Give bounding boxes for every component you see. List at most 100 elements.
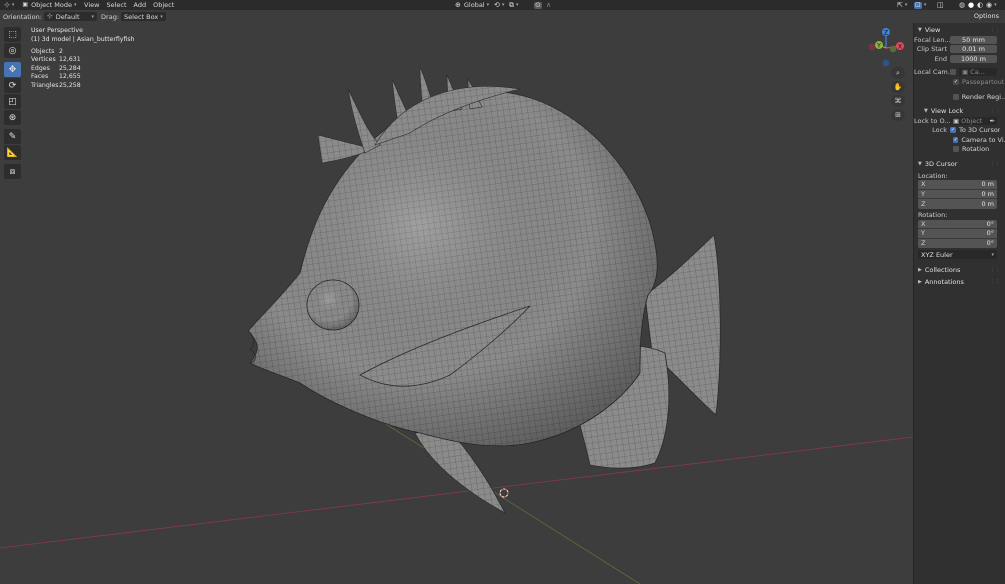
ortho-toggle-button[interactable]: ⊞ — [891, 109, 905, 121]
drag-handle-icon[interactable]: ⋮⋮ — [990, 27, 1001, 33]
rotate-tool[interactable]: ⟳ — [4, 78, 21, 93]
annotate-tool[interactable]: ✎ — [4, 129, 21, 144]
falloff-dropdown[interactable]: ∧ — [542, 0, 555, 10]
scale-icon: ◰ — [8, 96, 17, 107]
lock-to-cursor-label: To 3D Cursor — [959, 126, 1001, 135]
collections-panel-header[interactable]: ▶ Collections ⋮⋮ — [914, 265, 1005, 275]
move-tool[interactable]: ✥ — [4, 62, 21, 77]
orientation-dropdown[interactable]: ⊹ Default ▾ — [43, 12, 98, 21]
checkbox-icon — [953, 94, 959, 101]
global-orientation-icon: ⊕ — [455, 0, 461, 9]
camera-to-view-label: Camera to Vi... — [961, 135, 1005, 144]
drag-dropdown[interactable]: Select Box ▾ — [121, 12, 166, 21]
transform-tool[interactable]: ⊛ — [4, 110, 21, 125]
pan-button[interactable]: ✋ — [891, 81, 905, 93]
gizmo-neg-y[interactable] — [889, 45, 897, 53]
grid-icon: ⊞ — [895, 111, 901, 119]
chevron-down-icon: ▾ — [904, 2, 908, 8]
add-cube-icon: ⧈ — [9, 166, 16, 177]
view-panel-header[interactable]: ▼ View ⋮⋮ — [914, 25, 1005, 35]
cursor-rotation-x[interactable]: X 0° — [918, 219, 997, 229]
local-camera-row: Local Cam... ▣ Ca... — [914, 68, 1005, 78]
fish-mesh[interactable] — [247, 66, 721, 514]
rotation-mode-value: XYZ Euler — [921, 250, 953, 259]
options-dropdown[interactable]: Options — [969, 11, 1003, 21]
checkbox-icon: ✓ — [953, 78, 959, 85]
zoom-icon: ⌕ — [896, 68, 900, 77]
3d-cursor[interactable] — [499, 488, 509, 498]
axis-label: Y — [921, 229, 925, 238]
cursor-location-x[interactable]: X 0 m — [918, 180, 997, 190]
orientation-value: Default — [55, 12, 80, 21]
lock-to-cursor-toggle[interactable]: ✓ To 3D Cursor — [950, 126, 1000, 136]
local-camera-label: Local Cam... — [914, 68, 950, 77]
cursor-rotation-y[interactable]: Y 0° — [918, 229, 997, 239]
drag-handle-icon[interactable]: ⋮⋮ — [990, 108, 1001, 114]
select-tool[interactable]: ⬚ — [4, 27, 21, 42]
camera-view-button[interactable]: ⌘ — [891, 95, 905, 107]
transform-orientation-dropdown[interactable]: ⊕ Global ▾ — [451, 0, 493, 10]
chevron-down-icon: ▾ — [74, 2, 77, 8]
axis-value: 0 m — [981, 189, 994, 198]
rotation-mode-dropdown[interactable]: XYZ Euler ▾ — [918, 250, 997, 259]
drag-handle-icon[interactable]: ⋮⋮ — [990, 267, 1001, 273]
focal-length-field[interactable]: 50 mm — [950, 35, 997, 44]
gizmo-neg-z[interactable] — [882, 59, 890, 67]
xray-toggle[interactable]: ◫ — [933, 0, 948, 10]
add-cube-tool[interactable]: ⧈ — [4, 164, 21, 179]
3d-cursor-panel-header[interactable]: ▼ 3D Cursor ⋮⋮ — [914, 159, 1005, 169]
object-icon: ▣ — [953, 116, 960, 125]
gizmo-neg-x[interactable] — [868, 43, 876, 51]
axis-value: 0 m — [981, 199, 994, 208]
clip-start-field[interactable]: 0.01 m — [950, 45, 997, 54]
cursor-tool[interactable]: ◎ — [4, 43, 21, 58]
mode-dropdown[interactable]: ▣ Object Mode ▾ — [18, 0, 80, 10]
lock-object-field[interactable]: ▣ Object ✒ — [950, 116, 997, 125]
viewport-info: User Perspective (1) 3d model | Asian_bu… — [31, 27, 134, 44]
menu-view[interactable]: View — [81, 0, 103, 10]
render-region-toggle[interactable]: Render Regi... — [914, 93, 1005, 103]
camera-to-view-toggle[interactable]: ✓Camera to Vi... — [914, 135, 1005, 145]
gizmo-toggle[interactable]: ⇱ ▾ — [893, 0, 911, 10]
eyedropper-icon[interactable]: ✒ — [990, 117, 995, 125]
axis-value: 0° — [986, 239, 994, 248]
menu-select[interactable]: Select — [103, 0, 130, 10]
overlay-toggle[interactable]: ⊡ ▾ — [910, 0, 930, 10]
menu-add[interactable]: Add — [130, 0, 150, 10]
3d-viewport-icon: ⊹ — [4, 0, 10, 9]
drag-handle-icon[interactable]: ⋮⋮ — [990, 161, 1001, 167]
stat-value: 12,631 — [59, 56, 81, 64]
snap-dropdown[interactable]: ⧉ ▾ — [505, 0, 523, 10]
object-mode-icon: ▣ — [22, 1, 29, 8]
lock-rotation-toggle[interactable]: Rotation — [914, 145, 1005, 155]
cursor-location-y[interactable]: Y 0 m — [918, 189, 997, 199]
viewport-scene[interactable] — [0, 23, 913, 584]
stat-value: 25,258 — [59, 81, 81, 89]
view-lock-header[interactable]: ▼ View Lock ⋮⋮ — [914, 106, 1005, 116]
measure-tool[interactable]: 📐 — [4, 145, 21, 160]
menu-object[interactable]: Object — [150, 0, 178, 10]
select-box-icon: ⬚ — [8, 29, 17, 40]
axis-label: Y — [921, 189, 925, 198]
gizmo-x-label: X — [898, 43, 902, 50]
navigation-gizmo[interactable]: Z X Y — [862, 24, 910, 72]
overlay-icon: ⊡ — [914, 0, 922, 9]
stat-row: Objects 2 — [31, 48, 81, 56]
local-camera-field[interactable]: ▣ Ca... — [959, 68, 997, 77]
view-panel-title: View — [924, 26, 941, 34]
chevron-down-icon: ▾ — [11, 2, 15, 8]
cursor-rotation-z[interactable]: Z 0° — [918, 238, 997, 248]
annotations-panel-header[interactable]: ▶ Annotations ⋮⋮ — [914, 277, 1005, 287]
passepartout-toggle[interactable]: ✓ Passepartout — [914, 77, 1005, 87]
scale-tool[interactable]: ◰ — [4, 94, 21, 109]
drag-handle-icon[interactable]: ⋮⋮ — [990, 279, 1001, 285]
editor-type-button[interactable]: ⊹ ▾ — [0, 0, 18, 10]
local-camera-checkbox[interactable] — [950, 68, 959, 78]
view-lock-title: View Lock — [930, 107, 964, 115]
lock-object-value: Object — [961, 116, 983, 125]
clip-end-field[interactable]: 1000 m — [950, 54, 997, 63]
shading-rendered[interactable]: ◉ ▾ — [982, 0, 1001, 10]
cursor-location-z[interactable]: Z 0 m — [918, 199, 997, 209]
lock-object-label: Lock to O... — [914, 116, 950, 125]
zoom-button[interactable]: ⌕ — [891, 67, 905, 79]
